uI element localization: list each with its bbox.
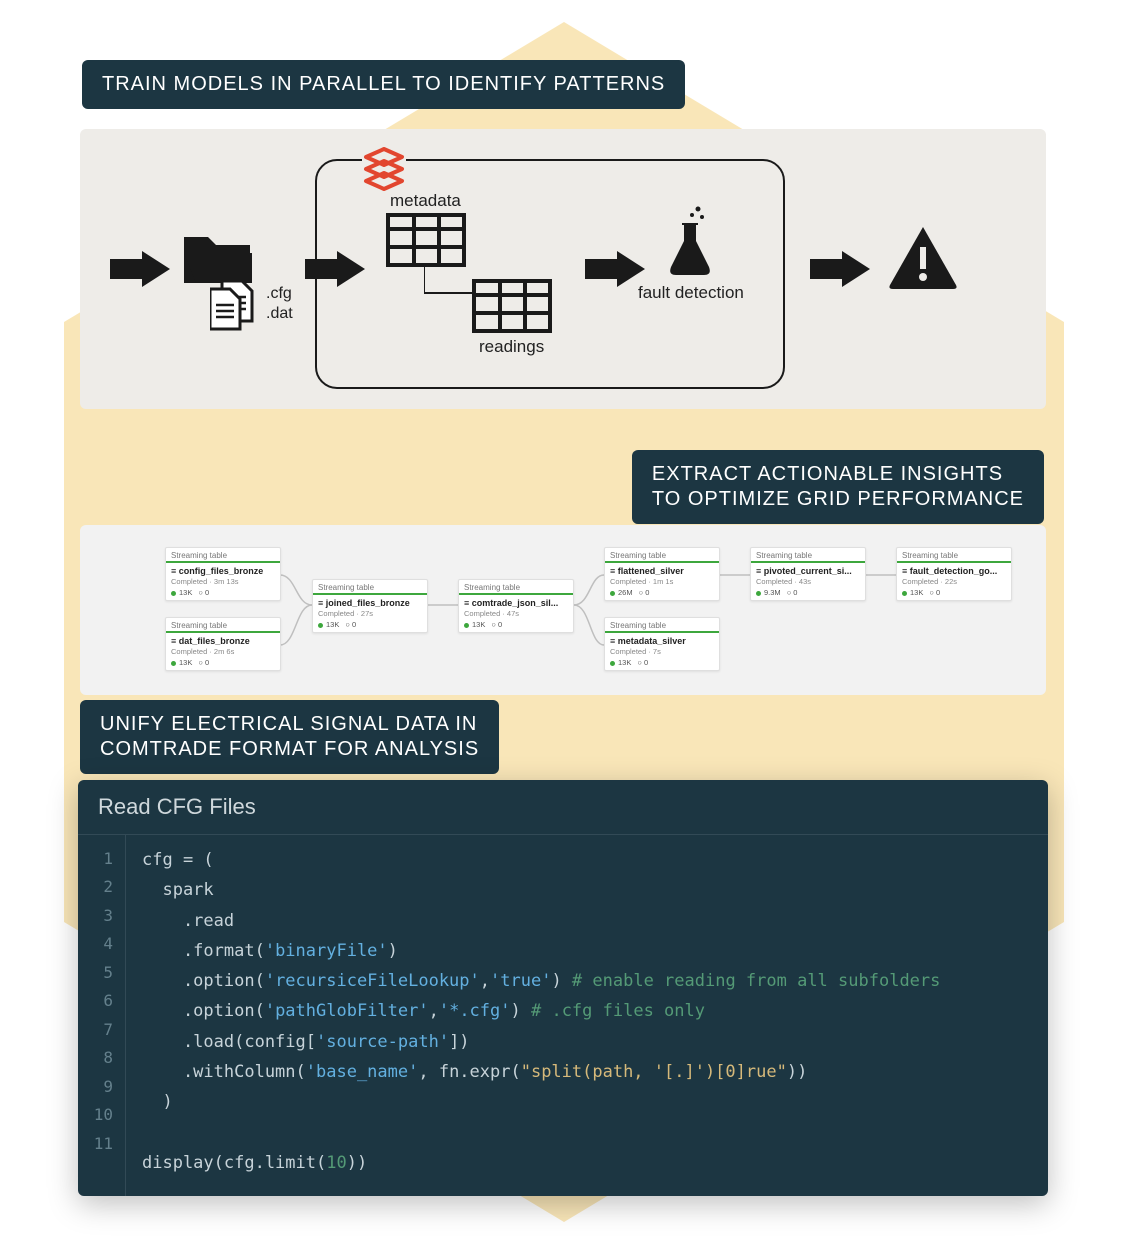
node-metrics: 13K○ 0 [605,656,719,667]
pipeline-panel: Streaming table≡ config_files_bronzeComp… [80,525,1046,695]
node-metrics: 13K○ 0 [313,618,427,629]
databricks-logo-icon [362,147,406,191]
diagram-panel: .cfg .dat metadata [80,129,1046,409]
fault-label: fault detection [638,283,744,303]
file-ext-dat: .dat [266,305,293,323]
pipeline-box [315,159,785,389]
arrow-right-icon [585,251,645,287]
document-icon [210,277,264,331]
node-statusbar [166,561,280,563]
readings-label: readings [479,337,544,357]
node-metrics: 13K○ 0 [897,586,1011,597]
node-title: ≡ flattened_silver [605,566,719,577]
node-statusbar [897,561,1011,563]
node-statusbar [605,631,719,633]
node-type: Streaming table [166,548,280,561]
node-type: Streaming table [605,618,719,631]
node-type: Streaming table [897,548,1011,561]
pipeline-node-flat[interactable]: Streaming table ≡ flattened_silverComplet… [604,547,720,601]
alert-triangle-icon [888,225,958,289]
node-completed: Completed · 22s [897,577,1011,586]
node-title: ≡ pivoted_current_si... [751,566,865,577]
pipeline-node-fault[interactable]: Streaming table ≡ fault_detection_go...Co… [896,547,1012,601]
node-completed: Completed · 2m 6s [166,647,280,656]
node-metrics: 13K○ 0 [166,586,280,597]
node-title: ≡ fault_detection_go... [897,566,1011,577]
node-metrics: 13K○ 0 [166,656,280,667]
pipeline-node-dat[interactable]: Streaming table ≡ dat_files_bronzeComplet… [165,617,281,671]
metadata-label: metadata [390,191,461,211]
pipeline-node-joined[interactable]: Streaming table ≡ joined_files_bronzeComp… [312,579,428,633]
node-type: Streaming table [166,618,280,631]
badge-mid: UNIFY ELECTRICAL SIGNAL DATA IN COMTRADE… [80,700,499,774]
node-statusbar [313,593,427,595]
node-statusbar [166,631,280,633]
code-body: 1234567891011 cfg = ( spark .read .forma… [78,835,1048,1196]
pipeline-node-pivot[interactable]: Streaming table ≡ pivoted_current_si...Co… [750,547,866,601]
node-title: ≡ config_files_bronze [166,566,280,577]
node-metrics: 9.3M○ 0 [751,586,865,597]
file-ext-cfg: .cfg [266,285,292,303]
table-icon [472,279,552,339]
node-statusbar [459,593,573,595]
node-completed: Completed · 3m 13s [166,577,280,586]
code-title: Read CFG Files [78,780,1048,835]
node-completed: Completed · 47s [459,609,573,618]
node-type: Streaming table [751,548,865,561]
arrow-right-icon [810,251,870,287]
code-lines: cfg = ( spark .read .format('binaryFile'… [126,835,956,1196]
node-type: Streaming table [313,580,427,593]
node-title: ≡ metadata_silver [605,636,719,647]
node-type: Streaming table [459,580,573,593]
node-completed: Completed · 27s [313,609,427,618]
code-panel: Read CFG Files 1234567891011 cfg = ( spa… [78,780,1048,1196]
pipeline-node-meta[interactable]: Streaming table ≡ metadata_silverComplete… [604,617,720,671]
content: TRAIN MODELS IN PARALLEL TO IDENTIFY PAT… [0,60,1128,409]
node-title: ≡ dat_files_bronze [166,636,280,647]
connector-line [424,263,474,323]
node-title: ≡ joined_files_bronze [313,598,427,609]
node-statusbar [751,561,865,563]
node-statusbar [605,561,719,563]
arrow-right-icon [110,251,170,287]
code-gutter: 1234567891011 [78,835,126,1196]
flask-icon [668,205,712,275]
pipeline-node-json[interactable]: Streaming table ≡ comtrade_json_sil...Com… [458,579,574,633]
node-completed: Completed · 7s [605,647,719,656]
node-metrics: 13K○ 0 [459,618,573,629]
badge-right: EXTRACT ACTIONABLE INSIGHTS TO OPTIMIZE … [632,450,1044,524]
node-type: Streaming table [605,548,719,561]
node-completed: Completed · 43s [751,577,865,586]
files-group: .cfg .dat [210,277,264,336]
node-title: ≡ comtrade_json_sil... [459,598,573,609]
node-completed: Completed · 1m 1s [605,577,719,586]
node-metrics: 26M○ 0 [605,586,719,597]
badge-top: TRAIN MODELS IN PARALLEL TO IDENTIFY PAT… [82,60,685,109]
pipeline-node-cfg[interactable]: Streaming table ≡ config_files_bronzeComp… [165,547,281,601]
